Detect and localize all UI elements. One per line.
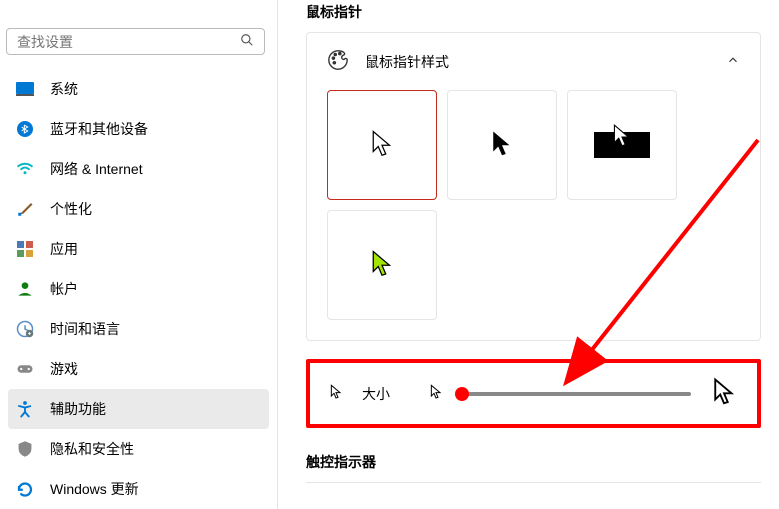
chevron-up-icon <box>726 53 740 70</box>
wifi-icon <box>16 160 34 178</box>
clock-icon <box>16 320 34 338</box>
sidebar-item-time[interactable]: 时间和语言 <box>0 309 277 349</box>
sidebar-item-apps[interactable]: 应用 <box>0 229 277 269</box>
palette-icon <box>327 49 349 74</box>
person-icon <box>16 280 34 298</box>
sidebar-item-bluetooth[interactable]: 蓝牙和其他设备 <box>0 109 277 149</box>
gamepad-icon <box>16 360 34 378</box>
sidebar-item-privacy[interactable]: 隐私和安全性 <box>0 429 277 469</box>
update-icon <box>16 480 34 498</box>
sidebar-item-personalize[interactable]: 个性化 <box>0 189 277 229</box>
sidebar-item-label: 时间和语言 <box>50 319 120 339</box>
pointer-style-black[interactable] <box>447 90 557 200</box>
pointer-style-white[interactable] <box>327 90 437 200</box>
sidebar-item-accessibility[interactable]: 辅助功能 <box>8 389 269 429</box>
sidebar-item-update[interactable]: Windows 更新 <box>0 469 277 509</box>
apps-icon <box>16 240 34 258</box>
sidebar-item-label: 蓝牙和其他设备 <box>50 119 148 139</box>
slider-min-icon <box>428 384 444 403</box>
slider-thumb[interactable] <box>455 387 469 401</box>
cursor-white-icon <box>369 129 395 162</box>
slider-max-icon <box>709 377 739 410</box>
brush-icon <box>16 200 34 218</box>
cursor-black-icon <box>489 129 515 162</box>
bluetooth-icon <box>16 120 34 138</box>
sidebar-item-label: Windows 更新 <box>50 479 139 499</box>
sidebar-item-label: 系统 <box>50 79 78 99</box>
pointer-style-inverted[interactable] <box>567 90 677 200</box>
sidebar-item-label: 隐私和安全性 <box>50 439 134 459</box>
sidebar-item-label: 网络 & Internet <box>50 159 143 179</box>
sidebar-item-accounts[interactable]: 帐户 <box>0 269 277 309</box>
pointer-style-card: 鼠标指针样式 <box>306 32 761 341</box>
cursor-small-icon <box>328 384 344 403</box>
sidebar-item-network[interactable]: 网络 & Internet <box>0 149 277 189</box>
section-title-pointer: 鼠标指针 <box>306 2 761 22</box>
shield-icon <box>16 440 34 458</box>
sidebar-item-gaming[interactable]: 游戏 <box>0 349 277 389</box>
size-slider[interactable] <box>462 392 691 396</box>
sidebar-nav: 系统 蓝牙和其他设备 网络 & Internet 个性化 <box>0 69 277 509</box>
search-input[interactable] <box>17 34 240 50</box>
search-icon <box>240 33 254 50</box>
section-title-touch: 触控指示器 <box>306 452 761 472</box>
accessibility-icon <box>16 400 34 418</box>
sidebar-item-system[interactable]: 系统 <box>0 69 277 109</box>
pointer-style-label: 鼠标指针样式 <box>365 52 449 72</box>
sidebar-item-label: 帐户 <box>50 279 78 299</box>
sidebar-item-label: 应用 <box>50 239 78 259</box>
sidebar-item-label: 游戏 <box>50 359 78 379</box>
divider <box>306 482 761 483</box>
search-input-wrap[interactable] <box>6 28 265 55</box>
pointer-style-custom[interactable] <box>327 210 437 320</box>
pointer-style-header[interactable]: 鼠标指针样式 <box>307 33 760 90</box>
sidebar-item-label: 个性化 <box>50 199 92 219</box>
system-icon <box>16 80 34 98</box>
sidebar-item-label: 辅助功能 <box>50 399 106 419</box>
size-label: 大小 <box>362 384 390 404</box>
pointer-size-card: 大小 <box>306 359 761 428</box>
cursor-green-icon <box>369 249 395 282</box>
inverted-demo <box>594 132 650 158</box>
